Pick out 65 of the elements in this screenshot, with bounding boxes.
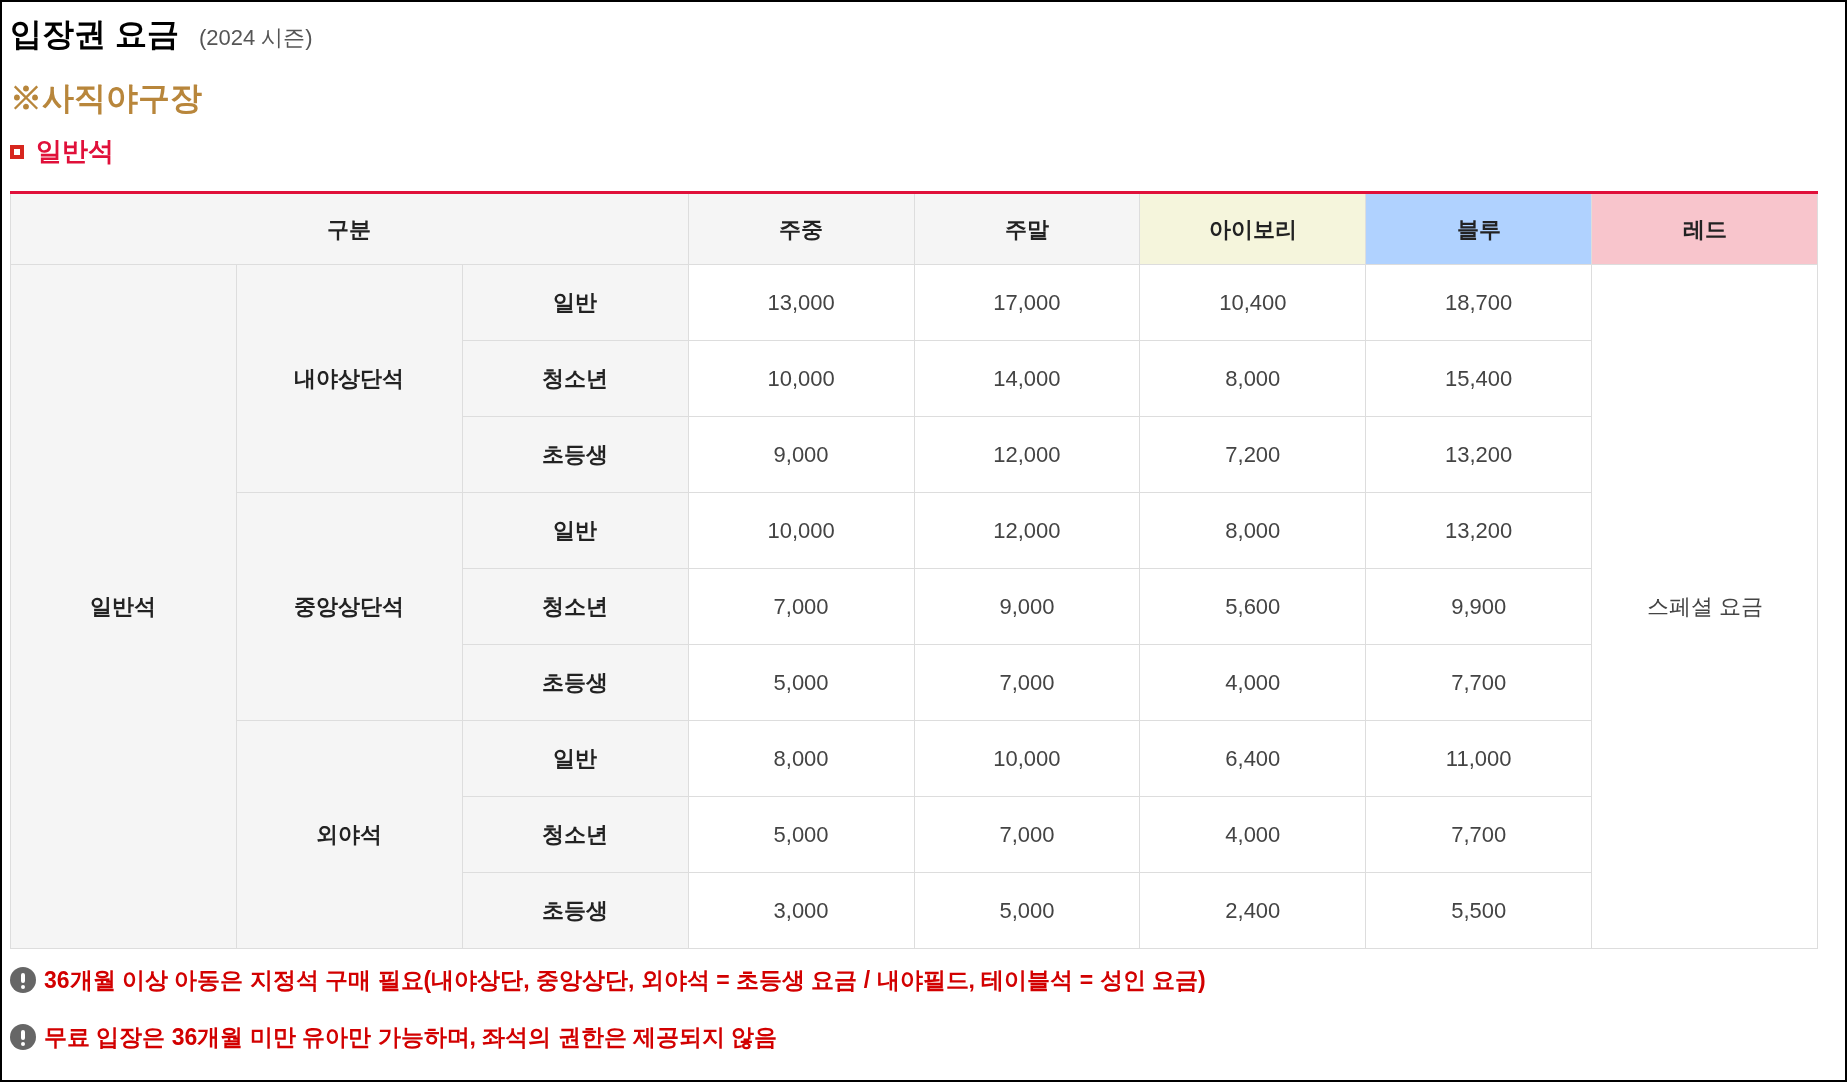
table-cell: 초등생 (462, 644, 689, 721)
table-cell: 8,000 (1139, 492, 1366, 569)
table-cell: 15,400 (1365, 340, 1592, 417)
table-cell: 4,000 (1139, 796, 1366, 873)
table-cell: 12,000 (914, 416, 1140, 493)
table-cell: 7,700 (1365, 796, 1592, 873)
table-cell: 중앙상단석 (236, 492, 463, 721)
season-label: (2024 시즌) (198, 24, 313, 52)
table-cell: 18,700 (1365, 264, 1592, 341)
table-cell: 5,600 (1139, 568, 1366, 645)
column-header: 블루 (1365, 192, 1592, 265)
table-cell: 7,200 (1139, 416, 1366, 493)
table-cell: 8,000 (688, 720, 914, 797)
table-cell: 13,200 (1365, 416, 1592, 493)
table-cell: 13,000 (688, 264, 914, 341)
table-cell: 14,000 (914, 340, 1140, 417)
table-cell: 7,000 (914, 796, 1140, 873)
table-cell: 5,000 (914, 872, 1140, 949)
table-cell: 5,500 (1365, 872, 1592, 949)
table-cell: 10,000 (688, 492, 914, 569)
table-cell: 2,400 (1139, 872, 1366, 949)
table-cell: 5,000 (688, 796, 914, 873)
note-text: 무료 입장은 36개월 미만 유아만 가능하며, 좌석의 권한은 제공되지 않음 (44, 1022, 778, 1052)
table-cell: 9,000 (688, 416, 914, 493)
page-title: 입장권 요금 (10, 15, 179, 54)
table-cell: 내야상단석 (236, 264, 463, 493)
section-heading: 일반석 (36, 135, 114, 168)
column-header: 주중 (688, 192, 914, 265)
column-header: 구분 (10, 192, 689, 265)
table-cell: 17,000 (914, 264, 1140, 341)
table-cell: 7,700 (1365, 644, 1592, 721)
table-cell: 12,000 (914, 492, 1140, 569)
table-cell: 13,200 (1365, 492, 1592, 569)
column-header: 주말 (914, 192, 1140, 265)
table-cell: 6,400 (1139, 720, 1366, 797)
table-cell: 10,000 (688, 340, 914, 417)
table-cell: 7,000 (914, 644, 1140, 721)
table-cell: 청소년 (462, 340, 689, 417)
table-cell: 10,000 (914, 720, 1140, 797)
note-text: 36개월 이상 아동은 지정석 구매 필요(내야상단, 중앙상단, 외야석 = 초등생 요금 / 내야필드, 테이블석 = 성인 요금) (44, 966, 1206, 995)
table-cell: 3,000 (688, 872, 914, 949)
bullet-icon (10, 144, 24, 159)
table-cell: 청소년 (462, 568, 689, 645)
table-cell: 8,000 (1139, 340, 1366, 417)
table-cell: 일반석 (10, 264, 237, 949)
table-cell: 일반 (462, 264, 689, 341)
table-cell: 일반 (462, 720, 689, 797)
column-header: 아이보리 (1139, 192, 1366, 265)
table-cell: 7,000 (688, 568, 914, 645)
table-cell: 10,400 (1139, 264, 1366, 341)
table-cell: 11,000 (1365, 720, 1592, 797)
table-cell: 일반 (462, 492, 689, 569)
table-cell: 9,900 (1365, 568, 1592, 645)
table-cell: 9,000 (914, 568, 1140, 645)
exclamation-icon (10, 967, 36, 994)
table-cell: 외야석 (236, 720, 463, 949)
table-cell: 초등생 (462, 872, 689, 949)
table-cell: 청소년 (462, 796, 689, 873)
column-header: 레드 (1591, 192, 1818, 265)
table-cell: 4,000 (1139, 644, 1366, 721)
table-cell: 초등생 (462, 416, 689, 493)
table-cell: 5,000 (688, 644, 914, 721)
exclamation-icon (10, 1023, 36, 1050)
venue-heading: ※사직야구장 (10, 79, 202, 118)
table-cell: 스페셜 요금 (1591, 264, 1818, 949)
